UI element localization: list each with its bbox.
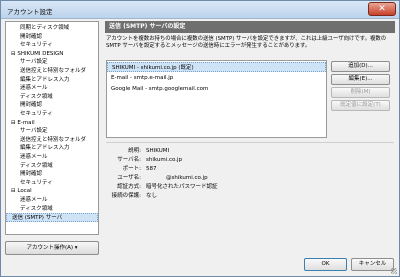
detail-value-security: なし (146, 193, 158, 199)
detail-value-port: 587 (146, 166, 157, 172)
panel-description: アカウントを複数お持ちの場合に複数の送信 (SMTP) サーバを設定できますが、… (106, 36, 387, 50)
tree-settings-item[interactable]: 編集とアドレス入力 (6, 144, 98, 153)
tree-settings-item[interactable]: 迷惑メール (6, 84, 98, 93)
tree-settings-item[interactable]: セキュリティ (6, 41, 98, 50)
set-default-button[interactable]: 既定値に設定(T) (331, 100, 390, 111)
tree-settings-item[interactable]: 同期とディスク領域 (6, 24, 98, 33)
tree-account-node[interactable]: ⊟ E-mail (6, 119, 98, 128)
smtp-server-item-email[interactable]: E-mail - smtp.e-mail.jp (107, 73, 326, 83)
account-tree[interactable]: 同期とディスク領域 開封確認 セキュリティ ⊟ SHIKUMI DESIGN サーバ設定… (5, 21, 99, 235)
tree-account-node[interactable]: ⊟ SHIKUMI DESIGN (6, 50, 98, 59)
cancel-button[interactable]: キャンセル (351, 258, 394, 271)
add-button[interactable]: 追加(D)... (331, 61, 390, 72)
detail-label-server: サーバ名: (117, 157, 141, 163)
smtp-settings-panel: 送信 (SMTP) サーバの設定 アカウントを複数お持ちの場合に複数の送信 (S… (105, 21, 395, 255)
tree-settings-item[interactable]: 送信控えと特別なフォルダ (6, 136, 98, 145)
smtp-server-list[interactable]: SHIKUMI - shikumi.co.jp (既定) E-mail - sm… (106, 60, 327, 138)
tree-settings-item[interactable]: 開封確認 (6, 33, 98, 42)
detail-label-description: 説明: (128, 148, 141, 154)
detail-label-port: ポート: (122, 166, 141, 172)
tree-settings-item[interactable]: ディスク領域 (6, 162, 98, 171)
detail-label-security: 接続の保護: (111, 193, 141, 199)
tree-settings-item[interactable]: 編集とアドレス入力 (6, 76, 98, 85)
tree-settings-item[interactable]: ディスク領域 (6, 93, 98, 102)
detail-value-username: @shikumi.co.jp (166, 175, 208, 181)
tree-settings-item[interactable]: ディスク領域 (6, 205, 98, 214)
account-actions-button[interactable]: アカウント操作(A) ▾ (5, 241, 99, 255)
smtp-server-item-google[interactable]: Google Mail - smtp.googlemail.com (107, 84, 326, 94)
window-title: アカウント設定 (7, 8, 53, 16)
tree-settings-item[interactable]: 開封確認 (6, 101, 98, 110)
tree-settings-item[interactable]: セキュリティ (6, 179, 98, 188)
tree-settings-item[interactable]: 送信控えと特別なフォルダ (6, 67, 98, 76)
ok-button[interactable]: OK (304, 258, 347, 271)
tree-settings-item[interactable]: 迷惑メール (6, 196, 98, 205)
title-bar[interactable]: アカウント設定 ✕ (1, 1, 399, 19)
smtp-server-item-shikumi[interactable]: SHIKUMI - shikumi.co.jp (既定) (107, 62, 326, 72)
tree-settings-item[interactable]: 迷惑メール (6, 153, 98, 162)
tree-settings-item[interactable]: サーバ設定 (6, 58, 98, 67)
tree-account-node[interactable]: 送信 (SMTP) サーバ (6, 213, 98, 222)
tree-account-node[interactable]: ⊟ Local (6, 187, 98, 196)
account-settings-window: アカウント設定 ✕ 同期とディスク領域 開封確認 セキュリティ ⊟ SHIKUMI D… (0, 0, 400, 277)
tree-settings-item[interactable]: サーバ設定 (6, 127, 98, 136)
close-button[interactable]: ✕ (368, 2, 396, 16)
tree-settings-item[interactable]: セキュリティ (6, 110, 98, 119)
tree-settings-item[interactable]: 開封確認 (6, 170, 98, 179)
detail-label-username: ユーザ名: (117, 175, 141, 181)
detail-value-auth: 暗号化されたパスワード認証 (146, 184, 218, 190)
remove-button[interactable]: 削除(M) (331, 87, 390, 98)
panel-title: 送信 (SMTP) サーバの設定 (105, 21, 395, 33)
detail-value-description: SHIKUMI (146, 148, 170, 154)
detail-label-auth: 認証方式: (117, 184, 141, 190)
detail-value-server: shikumi.co.jp (146, 157, 183, 163)
edit-button[interactable]: 編集(E)... (331, 74, 390, 85)
server-details: 説明: SHIKUMI サーバ名: shikumi.co.jp ポート: 587… (106, 142, 394, 254)
resize-grip-icon[interactable] (391, 268, 397, 274)
